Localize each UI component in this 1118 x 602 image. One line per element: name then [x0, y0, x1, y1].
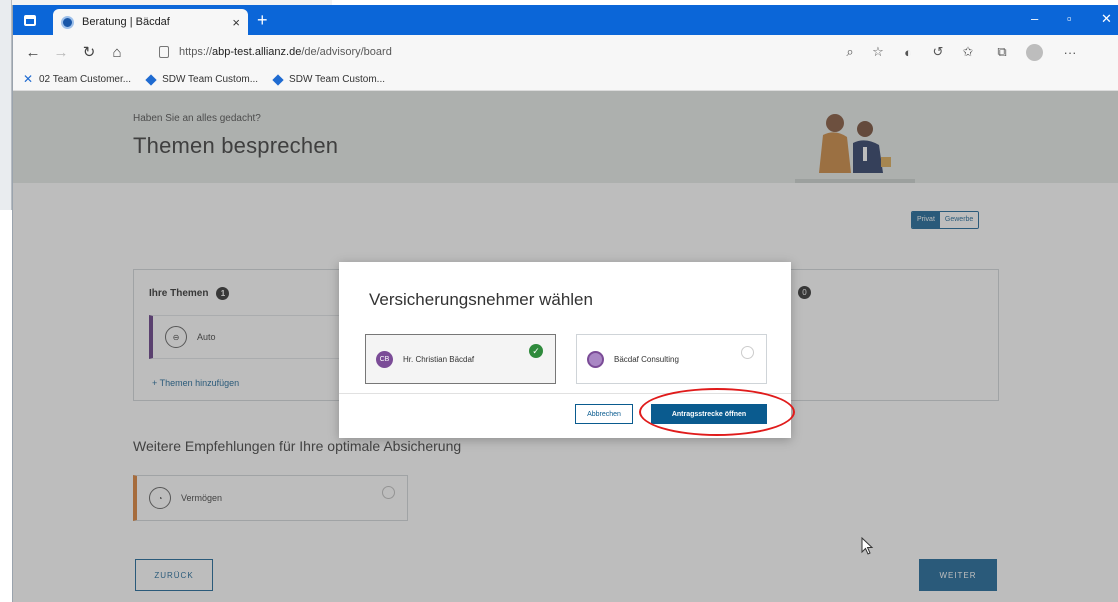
favorite-label: SDW Team Custom...	[162, 74, 259, 85]
tab-close-icon[interactable]: ×	[232, 15, 240, 30]
profile-icon[interactable]	[1023, 43, 1045, 61]
url-path: /de/advisory/board	[301, 46, 392, 58]
tool-icon: ✕	[23, 72, 34, 86]
url-host: abp-test.allianz.de	[212, 46, 302, 58]
favorite-link-1[interactable]: ✕ 02 Team Customer...	[23, 72, 132, 86]
person-avatar: CB	[376, 350, 393, 368]
zoom-icon[interactable]: ⌕	[839, 43, 861, 61]
new-tab-button[interactable]: +	[257, 10, 268, 30]
tab-title: Beratung | Bäcdaf	[82, 16, 170, 28]
favorite-label: 02 Team Customer...	[39, 74, 132, 85]
dialog-title: Versicherungsnehmer wählen	[369, 290, 593, 309]
mouse-cursor-icon	[861, 537, 874, 555]
reload-icon[interactable]: ↻	[75, 43, 103, 61]
collections-icon[interactable]: ⧉	[991, 43, 1013, 61]
favorites-icon[interactable]: ✩	[957, 43, 979, 61]
favorite-link-3[interactable]: SDW Team Custom...	[272, 73, 385, 86]
browser-window: Beratung | Bäcdaf × + – ▫ ✕ ← → ↻ ⌂ http…	[12, 5, 1118, 602]
option-radio[interactable]	[741, 346, 754, 359]
allianz-favicon-icon	[61, 15, 74, 29]
page-content: Haben Sie an alles gedacht? Themen bespr…	[13, 91, 1118, 602]
address-bar[interactable]: https://abp-test.allianz.de/de/advisory/…	[159, 41, 849, 63]
desktop-background-left	[0, 0, 12, 210]
company-avatar	[587, 350, 604, 368]
lock-icon	[159, 46, 169, 58]
highlight-annotation	[639, 388, 795, 436]
browser-toolbar: ← → ↻ ⌂ https://abp-test.allianz.de/de/a…	[13, 35, 1118, 69]
policyholder-option-person[interactable]: CB Hr. Christian Bäcdaf ✓	[365, 334, 556, 384]
forward-arrow-icon[interactable]: →	[47, 44, 75, 61]
home-icon[interactable]: ⌂	[103, 44, 131, 61]
favorites-bar: ✕ 02 Team Customer... SDW Team Custom...…	[13, 69, 1118, 91]
policyholder-option-company[interactable]: Bäcdaf Consulting	[576, 334, 767, 384]
maximize-button[interactable]: ▫	[1067, 11, 1072, 26]
diamond-icon	[145, 73, 157, 86]
browser-titlebar: Beratung | Bäcdaf × + – ▫ ✕	[13, 5, 1118, 35]
window-menu-icon[interactable]	[19, 10, 41, 30]
option-label: Hr. Christian Bäcdaf	[403, 354, 475, 364]
extension-icon[interactable]: ◐	[897, 43, 919, 61]
refresh-profile-icon[interactable]: ↺	[927, 43, 949, 61]
more-icon[interactable]: ···	[1059, 43, 1081, 61]
favorite-link-2[interactable]: SDW Team Custom...	[145, 73, 259, 86]
minimize-button[interactable]: –	[1031, 11, 1038, 26]
check-icon: ✓	[529, 344, 543, 358]
option-label: Bäcdaf Consulting	[614, 354, 679, 364]
close-window-button[interactable]: ✕	[1101, 11, 1112, 27]
back-arrow-icon[interactable]: ←	[19, 44, 47, 61]
url-prefix: https://	[179, 46, 213, 58]
favorite-label: SDW Team Custom...	[289, 74, 385, 85]
diamond-icon	[272, 73, 284, 86]
cancel-button[interactable]: Abbrechen	[575, 404, 633, 424]
favorite-add-icon[interactable]: ☆	[867, 43, 889, 61]
browser-tab[interactable]: Beratung | Bäcdaf ×	[53, 9, 248, 35]
